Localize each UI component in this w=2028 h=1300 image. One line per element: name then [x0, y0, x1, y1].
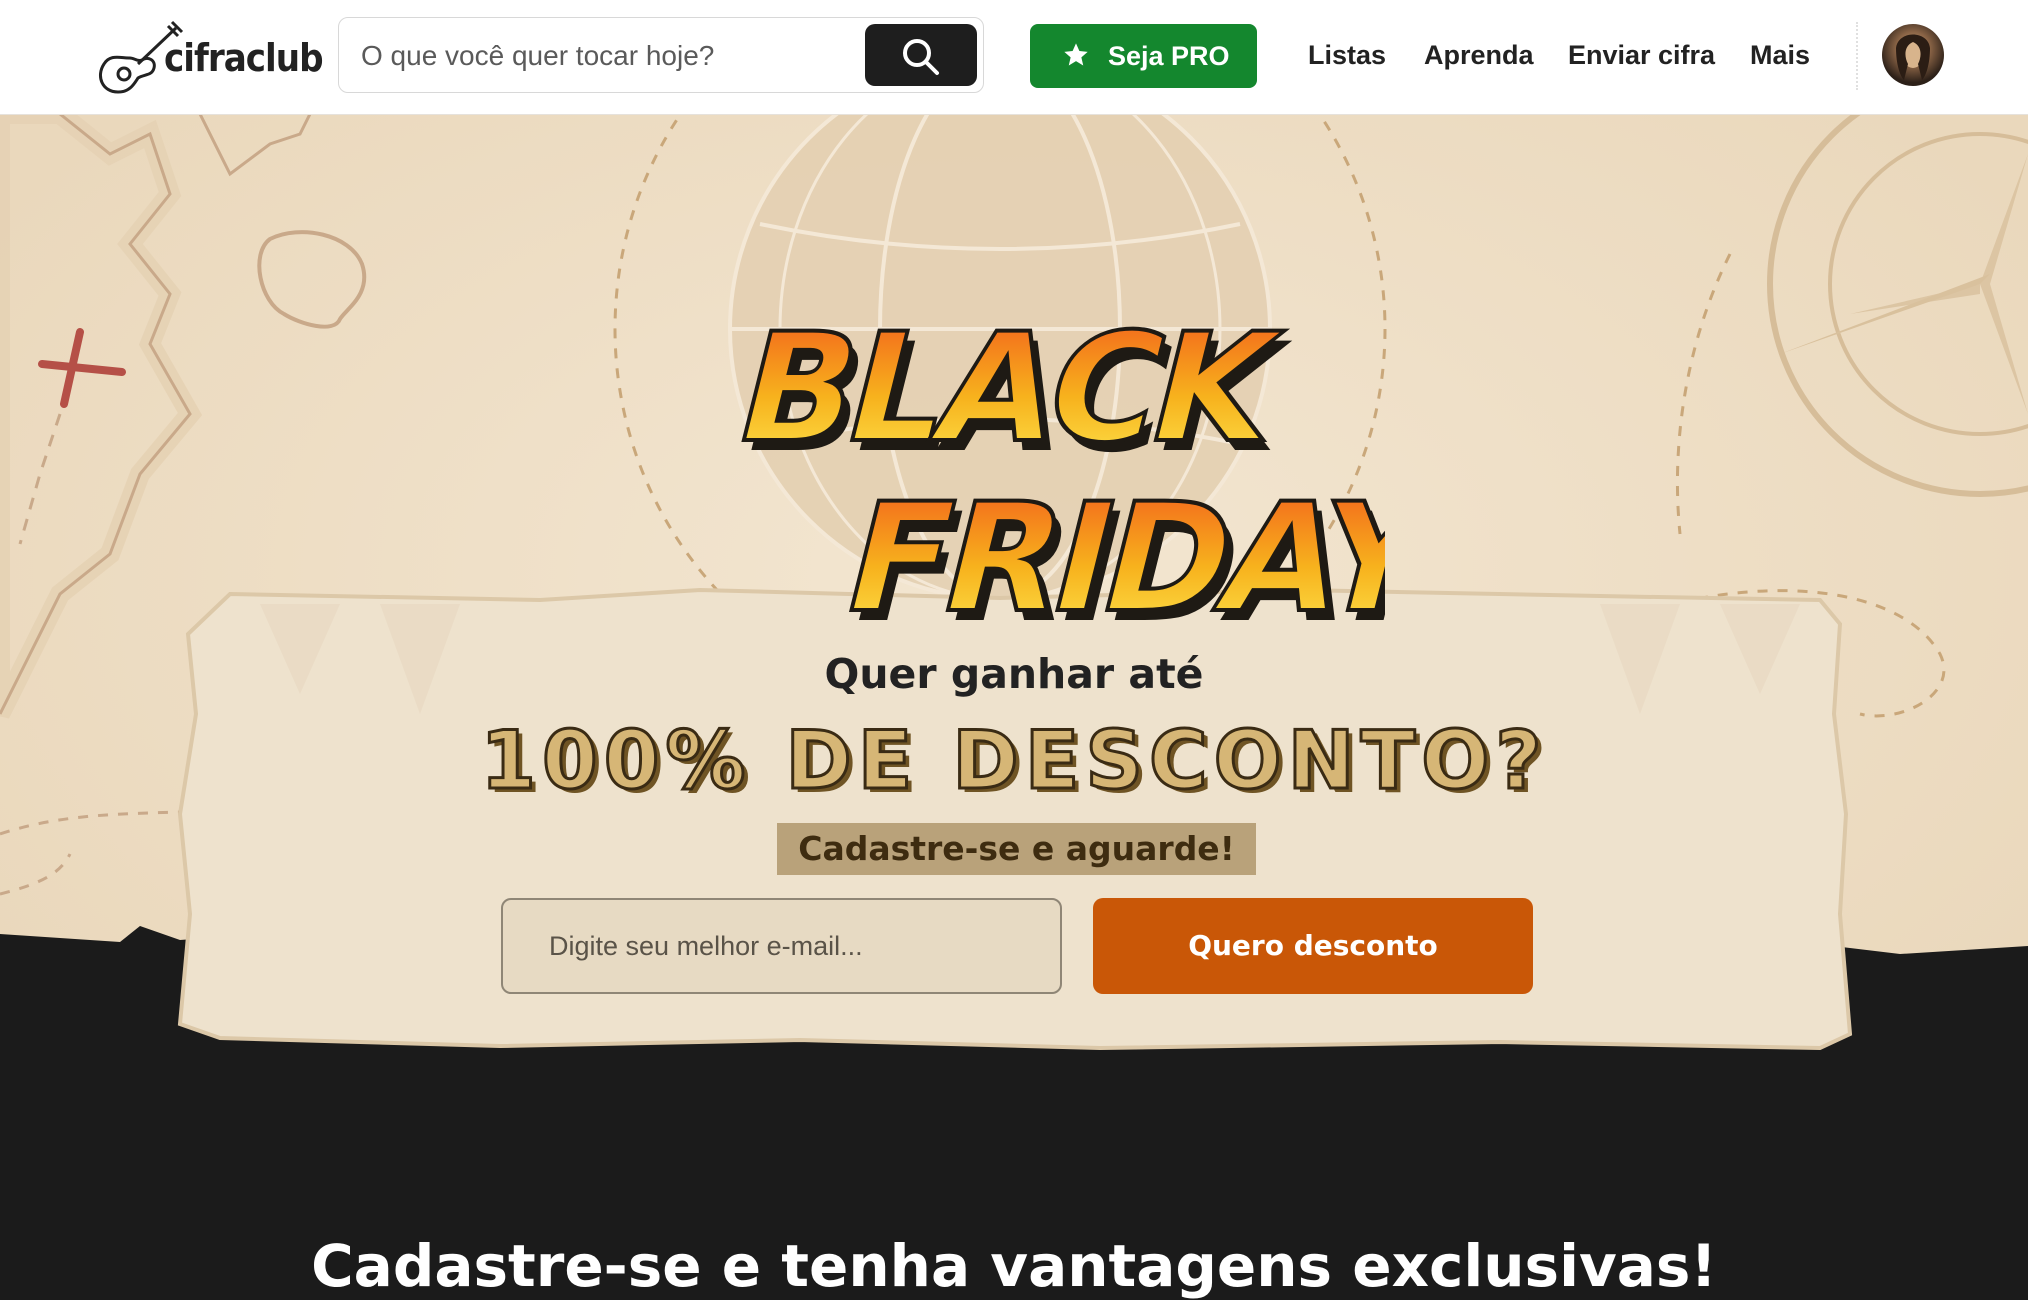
- logo-text: cifraclub: [164, 36, 324, 80]
- nav-divider: [1856, 22, 1859, 90]
- cifraclub-logo[interactable]: cifraclub: [94, 14, 324, 98]
- section-heading: Cadastre-se e tenha vantagens exclusivas…: [311, 1232, 1717, 1300]
- search-input[interactable]: O que você quer tocar hoje?: [361, 40, 714, 72]
- nav-mais[interactable]: Mais: [1750, 40, 1810, 71]
- nav-listas[interactable]: Listas: [1308, 40, 1386, 71]
- title-line1: BLACK: [721, 301, 1298, 475]
- avatar[interactable]: [1882, 24, 1944, 86]
- avatar-face-icon: [1896, 34, 1930, 80]
- promo-question: Quer ganhar até: [824, 650, 1204, 698]
- search-icon: [903, 39, 939, 75]
- nav-enviar-cifra[interactable]: Enviar cifra: [1568, 40, 1715, 71]
- promo-tagline: Cadastre-se e aguarde!: [798, 829, 1235, 868]
- promo-headline: 100% DE DESCONTO?: [479, 713, 1548, 809]
- nav-aprenda[interactable]: Aprenda: [1424, 40, 1534, 71]
- title-line2: FRIDAY: [829, 471, 1385, 645]
- search-button[interactable]: [865, 24, 977, 86]
- promo-tagline-pill: Cadastre-se e aguarde!: [777, 823, 1256, 875]
- search-bar[interactable]: O que você quer tocar hoje?: [338, 17, 984, 93]
- email-field[interactable]: [501, 898, 1062, 994]
- email-input[interactable]: [503, 900, 1060, 992]
- top-navbar: cifraclub O que você quer tocar hoje? Se…: [0, 0, 2028, 115]
- black-friday-title: BLACK BLACK FRIDAY FRIDAY: [719, 300, 1385, 655]
- quero-desconto-button[interactable]: Quero desconto: [1093, 898, 1533, 994]
- seja-pro-label: Seja PRO: [1108, 41, 1230, 71]
- seja-pro-button[interactable]: Seja PRO: [1030, 24, 1257, 88]
- star-icon: [1064, 43, 1088, 66]
